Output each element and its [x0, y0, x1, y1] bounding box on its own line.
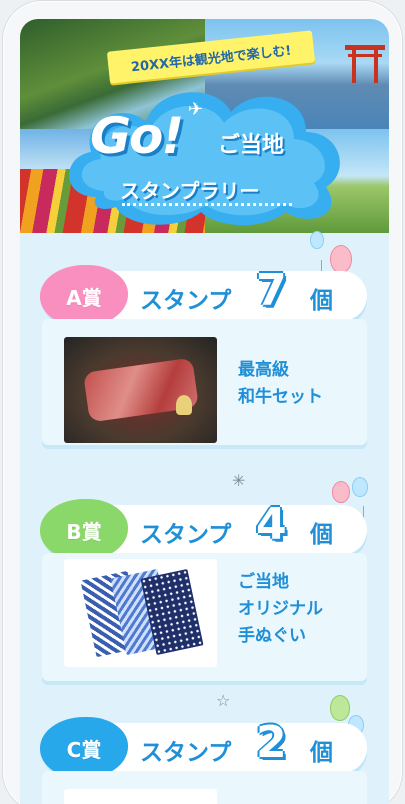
- phone-frame: 20XX年は観光地で楽しむ! ✈ Go! ご当地 スタンプラリー A賞 スタンプ…: [2, 0, 403, 804]
- prize-name-line: 最高級: [238, 360, 289, 380]
- balloon-icon: [330, 695, 350, 738]
- screen: 20XX年は観光地で楽しむ! ✈ Go! ご当地 スタンプラリー A賞 スタンプ…: [20, 19, 389, 804]
- balloon-icon: [330, 245, 352, 288]
- tenugui-towels-photo: [64, 559, 217, 667]
- star-sparkle-icon: ☆: [216, 691, 231, 710]
- prize-c-badge: C賞: [40, 717, 128, 779]
- title-go: Go!: [90, 107, 184, 165]
- balloon-icon: [332, 481, 350, 524]
- prize-a-name: 最高級 和牛セット: [238, 357, 323, 411]
- prize-a-card: 最高級 和牛セット: [42, 319, 367, 445]
- balloon-icon: [310, 231, 324, 274]
- stamp-label: スタンプ: [140, 288, 232, 314]
- title-local: ご当地: [218, 133, 285, 158]
- wagyu-beef-photo: [64, 337, 217, 443]
- prize-c-image: [64, 789, 217, 804]
- stamp-label: スタンプ: [140, 522, 232, 548]
- sparkle-icon: ✳: [232, 471, 246, 490]
- dotted-divider: [122, 203, 292, 206]
- prize-a-badge: A賞: [40, 265, 128, 327]
- stamp-count: 2: [256, 717, 287, 768]
- prize-b-badge: B賞: [40, 499, 128, 561]
- prize-name-line: 和牛セット: [238, 387, 323, 407]
- prize-b-card: ご当地 オリジナル 手ぬぐい: [42, 553, 367, 681]
- hero-banner: 20XX年は観光地で楽しむ! ✈ Go! ご当地 スタンプラリー: [20, 19, 389, 233]
- prize-name-line: ご当地: [238, 572, 289, 592]
- prize-c-header: C賞 スタンプ 2 個: [40, 717, 367, 779]
- stamp-label: スタンプ: [140, 740, 232, 766]
- prize-b-name: ご当地 オリジナル 手ぬぐい: [238, 569, 323, 650]
- stamp-unit: 個: [310, 288, 333, 314]
- prize-name-line: 手ぬぐい: [238, 626, 306, 646]
- title-stamp-rally: スタンプラリー: [120, 179, 260, 203]
- stamp-unit: 個: [310, 522, 333, 548]
- balloon-icon: [352, 477, 368, 520]
- prize-b-header: B賞 スタンプ 4 個: [40, 499, 367, 561]
- prize-a-header: A賞 スタンプ 7 個: [40, 265, 367, 327]
- stamp-unit: 個: [310, 740, 333, 766]
- stamp-count: 4: [256, 499, 287, 550]
- stamp-count: 7: [256, 265, 287, 316]
- prize-name-line: オリジナル: [238, 599, 323, 619]
- airplane-icon: ✈: [188, 99, 204, 120]
- prize-c-card: [42, 771, 367, 804]
